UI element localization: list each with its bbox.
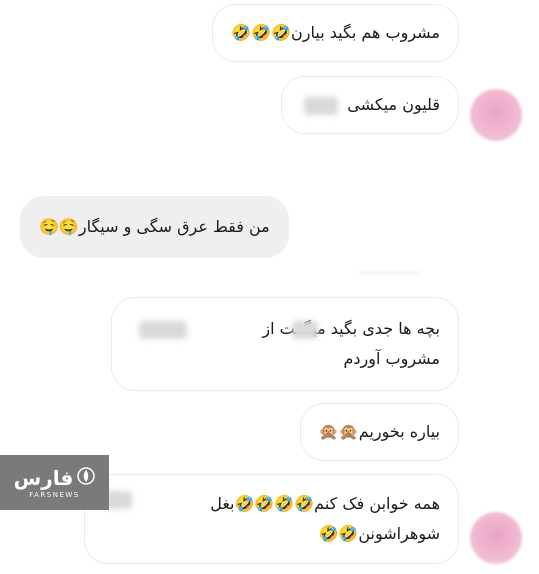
sender-avatar[interactable] [470,512,522,564]
message-bubble[interactable]: مشروب هم بگید بیارن🤣🤣🤣 [212,4,459,62]
message-text: بیاره بخوریم🙊🙊 [318,422,440,441]
message-bubble[interactable]: بیاره بخوریم🙊🙊 [299,403,459,461]
farsnews-watermark: فارس FARSNEWS [0,455,109,510]
redacted-name [304,96,339,115]
message-text-line: همه خوابن فک کنم🤣🤣🤣🤣بغل [210,494,440,513]
farsnews-emblem-icon [77,467,96,489]
redacted-name [292,321,318,339]
redacted-name [139,321,187,339]
message-bubble[interactable]: قلیون میکشی [281,76,459,134]
message-text-line: شوهراشونن🤣🤣 [318,524,440,543]
message-text: من فقط عرق سگی و سیگار🤤🤤 [39,217,270,236]
message-text: مشروب هم بگید بیارن🤣🤣🤣 [231,23,440,42]
message-text-line: مشروب آوردم [343,349,440,368]
sender-avatar[interactable] [470,89,522,141]
message-bubble[interactable]: همه خوابن فک کنم🤣🤣🤣🤣بغل شوهراشونن🤣🤣 [84,474,459,564]
message-bubble[interactable]: بچه ها جدی بگید میگفت از مشروب آوردم [111,297,459,391]
watermark-logo-text: فارس [13,466,74,490]
redacted-name [106,491,132,509]
message-bubble[interactable]: من فقط عرق سگی و سیگار🤤🤤 [20,196,289,258]
message-text: قلیون میکشی [347,95,440,114]
watermark-subtext: FARSNEWS [29,491,80,499]
sender-name: —————— [359,267,419,278]
